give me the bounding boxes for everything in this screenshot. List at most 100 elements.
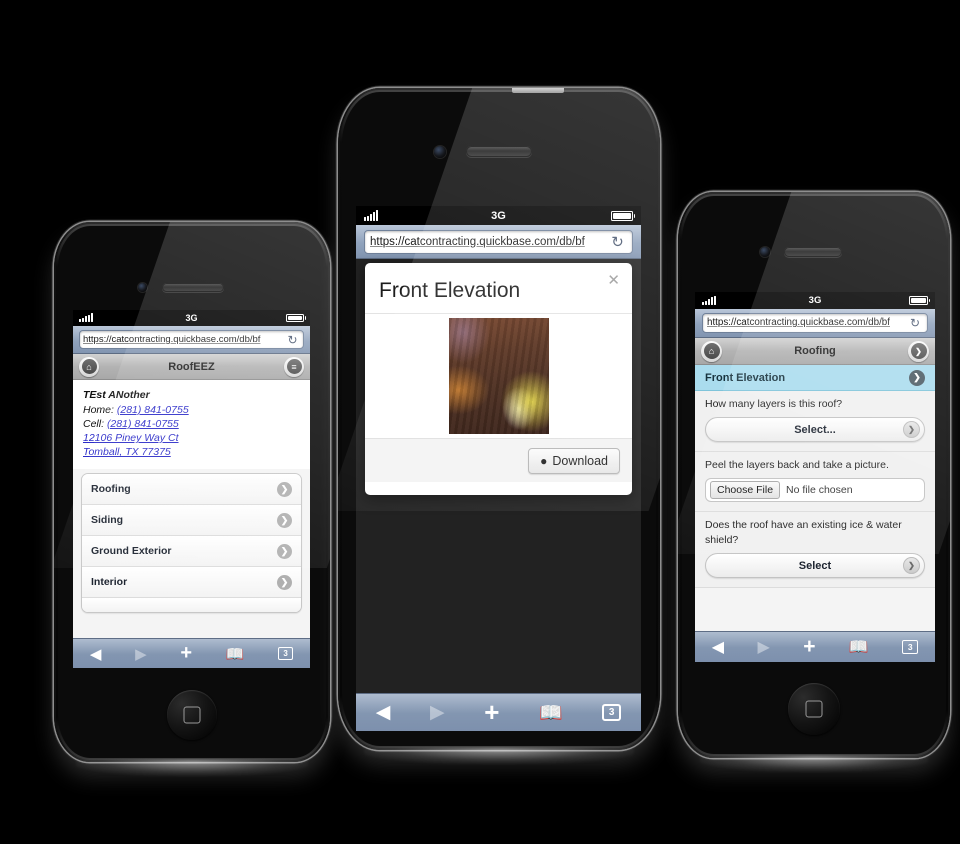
list-item[interactable]: Interior ❯ — [82, 567, 301, 598]
tabs-count: 3 — [907, 642, 913, 652]
url-input[interactable]: https://catcontracting.quickbase.com/db/… — [79, 330, 304, 349]
list-item-label: Roofing — [91, 483, 131, 495]
list-item-partial[interactable] — [82, 598, 301, 612]
modal-title: Front Elevation — [379, 279, 521, 302]
list-item-label: Siding — [91, 514, 124, 526]
battery-icon — [611, 210, 635, 221]
ice-water-shield-select[interactable]: Select ❯ — [705, 553, 925, 578]
page-content: TEst ANother Home: (281) 841-0755 Cell: … — [73, 380, 310, 668]
earpiece-speaker — [466, 146, 532, 157]
home-label: Home: — [83, 404, 114, 416]
back-icon[interactable]: ◀ — [712, 637, 724, 657]
carrier-label: 3G — [491, 209, 506, 222]
home-phone-link[interactable]: (281) 841-0755 — [117, 404, 189, 416]
file-status-label: No file chosen — [786, 484, 853, 496]
tabs-count: 3 — [283, 649, 288, 658]
contact-home: Home: (281) 841-0755 — [83, 403, 300, 417]
front-camera-icon — [434, 146, 446, 158]
menu-button[interactable]: ≡ — [284, 356, 304, 377]
category-list: Roofing ❯ Siding ❯ Ground Exterior ❯ Int… — [81, 473, 302, 613]
tabs-icon[interactable]: 3 — [902, 640, 919, 654]
list-item[interactable]: Ground Exterior ❯ — [82, 536, 301, 567]
download-label: Download — [552, 453, 608, 468]
phone-center-screen: 3G https://catcontracting.quickbase.com/… — [356, 206, 641, 731]
select-value: Select... — [794, 423, 836, 436]
contact-address-2: Tomball, TX 77375 — [83, 445, 300, 459]
phone-reflection — [699, 756, 929, 772]
browser-toolbar: ◀ ▶ + 📖 3 — [73, 638, 310, 668]
book-icon[interactable]: 📖 — [849, 637, 869, 657]
form-field-group: Does the roof have an existing ice & wat… — [695, 512, 935, 588]
top-switch-nub — [511, 88, 564, 93]
app-title: RoofEEZ — [168, 360, 215, 373]
download-circle-icon: ● — [540, 453, 548, 468]
address-line1-link[interactable]: 12106 Piney Way Ct — [83, 432, 179, 444]
tabs-icon[interactable]: 3 — [602, 704, 622, 721]
chevron-right-icon: ❯ — [277, 481, 292, 497]
contact-cell: Cell: (281) 841-0755 — [83, 417, 300, 431]
tabs-icon[interactable]: 3 — [278, 647, 294, 660]
reload-icon[interactable]: ↻ — [285, 333, 300, 347]
forward-icon[interactable]: ▶ — [757, 637, 769, 657]
cell-phone-link[interactable]: (281) 841-0755 — [107, 418, 179, 430]
browser-toolbar: ◀ ▶ + 📖 3 — [695, 631, 935, 662]
url-input[interactable]: https://catcontracting.quickbase.com/db/… — [702, 313, 928, 333]
download-button[interactable]: ● Download — [528, 447, 620, 474]
layers-select[interactable]: Select... ❯ — [705, 417, 925, 442]
browser-toolbar: ◀ ▶ + 📖 3 — [356, 693, 641, 731]
home-button-hardware[interactable] — [788, 683, 840, 735]
forward-icon[interactable]: ▶ — [135, 645, 147, 663]
plus-icon[interactable]: + — [803, 635, 815, 659]
modal-body — [365, 314, 632, 438]
plus-icon[interactable]: + — [484, 697, 499, 728]
app-header-bar: ⌂ Roofing ❯ — [695, 338, 935, 365]
earpiece-speaker — [162, 283, 224, 292]
attachment-image[interactable] — [448, 318, 549, 434]
status-bar: 3G — [73, 310, 310, 326]
screenshot-canvas: 3G https://catcontracting.quickbase.com/… — [0, 0, 960, 844]
url-text: https://catcontracting.quickbase.com/db/… — [83, 334, 261, 345]
list-item-label: Interior — [91, 576, 128, 588]
chevron-right-icon: ❯ — [277, 574, 292, 590]
carrier-label: 3G — [185, 313, 198, 323]
field-label: How many layers is this roof? — [705, 398, 843, 410]
home-button-hardware[interactable] — [167, 690, 217, 740]
picture-file-input[interactable]: Choose File No file chosen — [705, 478, 925, 502]
home-button[interactable]: ⌂ — [701, 340, 722, 362]
modal-header: Front Elevation ✕ — [365, 263, 632, 314]
phone-right: 3G https://catcontracting.quickbase.com/… — [678, 192, 950, 772]
phone-left-screen: 3G https://catcontracting.quickbase.com/… — [73, 310, 310, 668]
address-line2-link[interactable]: Tomball, TX 77375 — [83, 446, 171, 458]
select-value: Select — [798, 559, 832, 572]
back-icon[interactable]: ◀ — [90, 645, 102, 663]
chevron-down-icon: ❯ — [910, 343, 927, 359]
list-item-label: Ground Exterior — [91, 545, 172, 557]
field-label: Peel the layers back and take a picture. — [705, 459, 889, 471]
chevron-down-icon: ❯ — [903, 557, 920, 574]
reload-icon[interactable]: ↻ — [907, 316, 923, 330]
phone-right-screen: 3G https://catcontracting.quickbase.com/… — [695, 292, 935, 662]
list-item[interactable]: Roofing ❯ — [82, 474, 301, 505]
phone-right-body: 3G https://catcontracting.quickbase.com/… — [678, 192, 950, 758]
book-icon[interactable]: 📖 — [539, 701, 563, 725]
book-icon[interactable]: 📖 — [226, 645, 245, 663]
phone-left-body: 3G https://catcontracting.quickbase.com/… — [54, 222, 330, 762]
forward-icon[interactable]: ▶ — [430, 701, 445, 724]
phone-reflection — [76, 760, 308, 776]
menu-button[interactable]: ❯ — [908, 340, 929, 362]
attachment-modal: Front Elevation ✕ ● Download — [365, 263, 632, 495]
close-icon[interactable]: ✕ — [607, 271, 620, 289]
cell-label: Cell: — [83, 418, 105, 430]
url-input[interactable]: https://catcontracting.quickbase.com/db/… — [364, 229, 633, 254]
reload-icon[interactable]: ↻ — [608, 233, 627, 251]
form-field-group: Peel the layers back and take a picture.… — [695, 452, 935, 512]
list-item[interactable]: Siding ❯ — [82, 505, 301, 536]
plus-icon[interactable]: + — [180, 642, 192, 665]
contact-name: TEst ANother — [83, 389, 150, 401]
browser-url-bar: https://catcontracting.quickbase.com/db/… — [356, 225, 641, 259]
home-icon: ⌂ — [703, 343, 720, 359]
choose-file-button[interactable]: Choose File — [710, 481, 781, 499]
back-icon[interactable]: ◀ — [376, 701, 391, 724]
selected-section-row[interactable]: Front Elevation ❯ — [695, 365, 935, 391]
home-button[interactable]: ⌂ — [79, 356, 99, 377]
